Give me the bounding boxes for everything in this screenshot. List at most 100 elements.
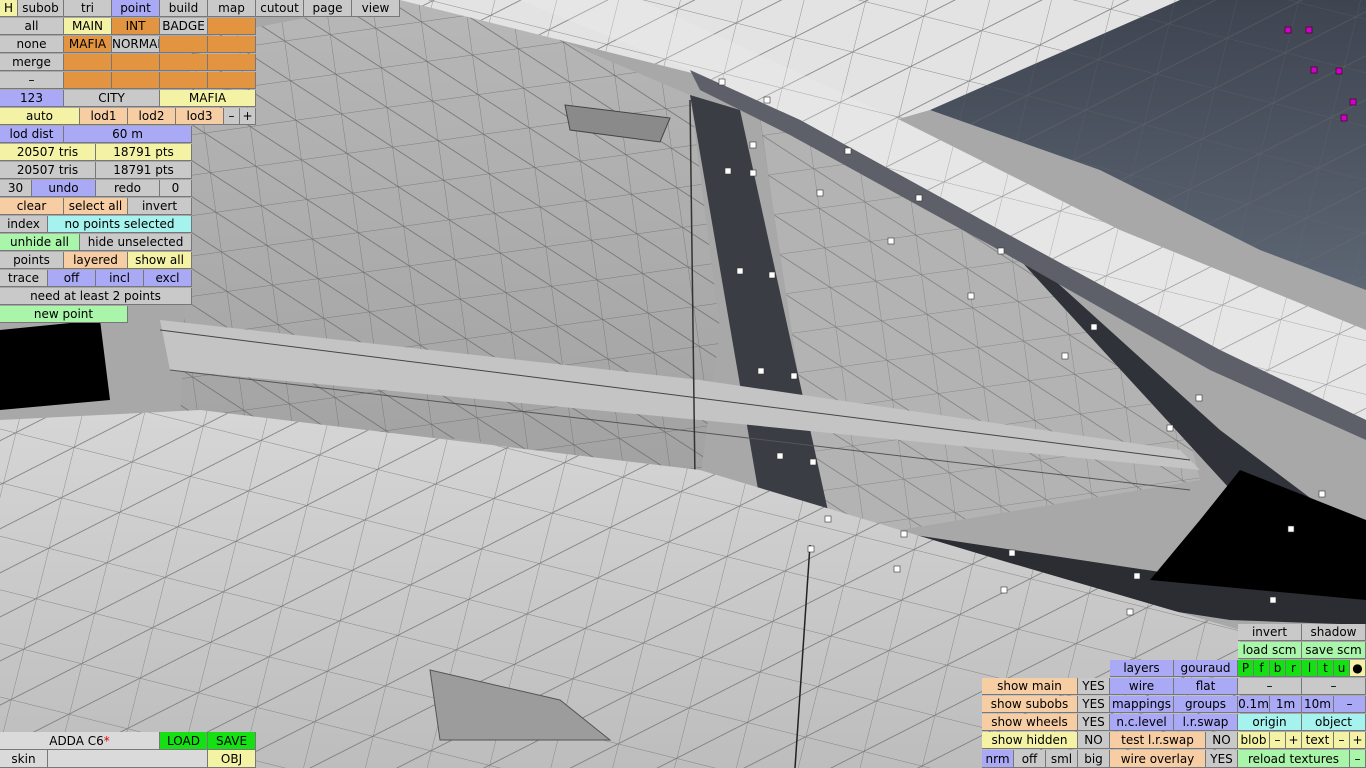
size-sml[interactable]: sml: [1046, 750, 1078, 768]
flag-r[interactable]: r: [1286, 660, 1302, 677]
layered-button[interactable]: layered: [64, 252, 128, 269]
show-all-button[interactable]: show all: [128, 252, 192, 269]
menu-subob[interactable]: subob: [18, 0, 64, 17]
trace-excl[interactable]: excl: [144, 270, 192, 287]
skin-field[interactable]: [48, 750, 208, 768]
layer-main[interactable]: MAIN: [64, 18, 112, 35]
menu-h[interactable]: H: [0, 0, 18, 17]
dist-1m[interactable]: 1m: [1270, 696, 1302, 713]
none-button[interactable]: none: [0, 36, 64, 53]
text-minus[interactable]: –: [1334, 732, 1350, 749]
undo-button[interactable]: undo: [32, 180, 96, 197]
group-123[interactable]: 123: [0, 90, 64, 107]
reload-textures-button[interactable]: reload textures: [1238, 750, 1350, 768]
points-button[interactable]: points: [0, 252, 64, 269]
show-main-toggle[interactable]: YES: [1078, 678, 1110, 695]
size-nrm[interactable]: nrm: [982, 750, 1014, 768]
blob-plus[interactable]: +: [1286, 732, 1302, 749]
flag-u[interactable]: u: [1334, 660, 1350, 677]
group-mafia[interactable]: MAFIA: [160, 90, 256, 107]
menu-page[interactable]: page: [304, 0, 352, 17]
menu-view[interactable]: view: [352, 0, 400, 17]
obj-button[interactable]: OBJ: [208, 750, 256, 768]
layer-badge[interactable]: BADGE: [160, 18, 208, 35]
flag-t[interactable]: t: [1318, 660, 1334, 677]
origin-button[interactable]: origin: [1238, 714, 1302, 731]
wire-overlay-toggle[interactable]: YES: [1206, 750, 1238, 768]
wire-button[interactable]: wire: [1110, 678, 1174, 695]
layer-empty-6[interactable]: [160, 54, 208, 71]
flag-b[interactable]: b: [1270, 660, 1286, 677]
dash-button[interactable]: –: [0, 72, 64, 89]
unhide-all-button[interactable]: unhide all: [0, 234, 80, 251]
layer-empty-3[interactable]: [208, 36, 256, 53]
save-button[interactable]: SAVE: [208, 732, 256, 750]
layer-empty-5[interactable]: [112, 54, 160, 71]
layer-empty-9[interactable]: [112, 72, 160, 89]
group-city[interactable]: CITY: [64, 90, 160, 107]
lod-dist-value[interactable]: 60 m: [64, 126, 192, 143]
dash-button-2[interactable]: –: [1302, 678, 1366, 695]
layer-empty-1[interactable]: [208, 18, 256, 35]
size-big[interactable]: big: [1078, 750, 1110, 768]
clear-button[interactable]: clear: [0, 198, 64, 215]
menu-map[interactable]: map: [208, 0, 256, 17]
flag-p[interactable]: P: [1238, 660, 1254, 677]
layer-empty-11[interactable]: [208, 72, 256, 89]
lod3-button[interactable]: lod3: [176, 108, 224, 125]
layer-empty-7[interactable]: [208, 54, 256, 71]
layers-button[interactable]: layers: [1110, 660, 1174, 677]
object-button[interactable]: object: [1302, 714, 1366, 731]
hide-unselected-button[interactable]: hide unselected: [80, 234, 192, 251]
redo-button[interactable]: redo: [96, 180, 160, 197]
blob-minus[interactable]: –: [1270, 732, 1286, 749]
new-point-button[interactable]: new point: [0, 306, 128, 323]
index-button[interactable]: index: [0, 216, 48, 233]
gouraud-button[interactable]: gouraud: [1174, 660, 1238, 677]
flag-f[interactable]: f: [1254, 660, 1270, 677]
layer-int[interactable]: INT: [112, 18, 160, 35]
show-wheels-toggle[interactable]: YES: [1078, 714, 1110, 731]
layer-empty-10[interactable]: [160, 72, 208, 89]
lod-plus[interactable]: +: [240, 108, 256, 125]
mappings-button[interactable]: mappings: [1110, 696, 1174, 713]
trace-off[interactable]: off: [48, 270, 96, 287]
invert-button[interactable]: invert: [128, 198, 192, 215]
lod1-button[interactable]: lod1: [80, 108, 128, 125]
test-lr-swap-toggle[interactable]: NO: [1206, 732, 1238, 749]
menu-point[interactable]: point: [112, 0, 160, 17]
test-lr-swap-button[interactable]: test l.r.swap: [1110, 732, 1206, 749]
layer-empty-2[interactable]: [160, 36, 208, 53]
layer-normal[interactable]: NORMAL: [112, 36, 160, 53]
reload-minus[interactable]: –: [1350, 750, 1366, 768]
menu-cutout[interactable]: cutout: [256, 0, 304, 17]
dist-01m[interactable]: 0.1m: [1238, 696, 1270, 713]
dist-minus[interactable]: –: [1334, 696, 1366, 713]
select-all-button[interactable]: select all: [64, 198, 128, 215]
lod-auto[interactable]: auto: [0, 108, 80, 125]
flag-dot[interactable]: ●: [1350, 660, 1366, 677]
groups-button[interactable]: groups: [1174, 696, 1238, 713]
nc-level-button[interactable]: n.c.level: [1110, 714, 1174, 731]
show-hidden-toggle[interactable]: NO: [1078, 732, 1110, 749]
lr-swap-button[interactable]: l.r.swap: [1174, 714, 1238, 731]
size-off[interactable]: off: [1014, 750, 1046, 768]
dist-10m[interactable]: 10m: [1302, 696, 1334, 713]
flag-l[interactable]: l: [1302, 660, 1318, 677]
layer-empty-4[interactable]: [64, 54, 112, 71]
save-scm-button[interactable]: save scm: [1302, 642, 1366, 659]
trace-incl[interactable]: incl: [96, 270, 144, 287]
show-subobs-toggle[interactable]: YES: [1078, 696, 1110, 713]
layer-empty-8[interactable]: [64, 72, 112, 89]
shadow-button[interactable]: shadow: [1302, 624, 1366, 641]
menu-build[interactable]: build: [160, 0, 208, 17]
all-button[interactable]: all: [0, 18, 64, 35]
load-scm-button[interactable]: load scm: [1238, 642, 1302, 659]
lod-minus[interactable]: –: [224, 108, 240, 125]
dash-button-1[interactable]: –: [1238, 678, 1302, 695]
invert-view-button[interactable]: invert: [1238, 624, 1302, 641]
menu-tri[interactable]: tri: [64, 0, 112, 17]
text-plus[interactable]: +: [1350, 732, 1366, 749]
flat-button[interactable]: flat: [1174, 678, 1238, 695]
merge-button[interactable]: merge: [0, 54, 64, 71]
